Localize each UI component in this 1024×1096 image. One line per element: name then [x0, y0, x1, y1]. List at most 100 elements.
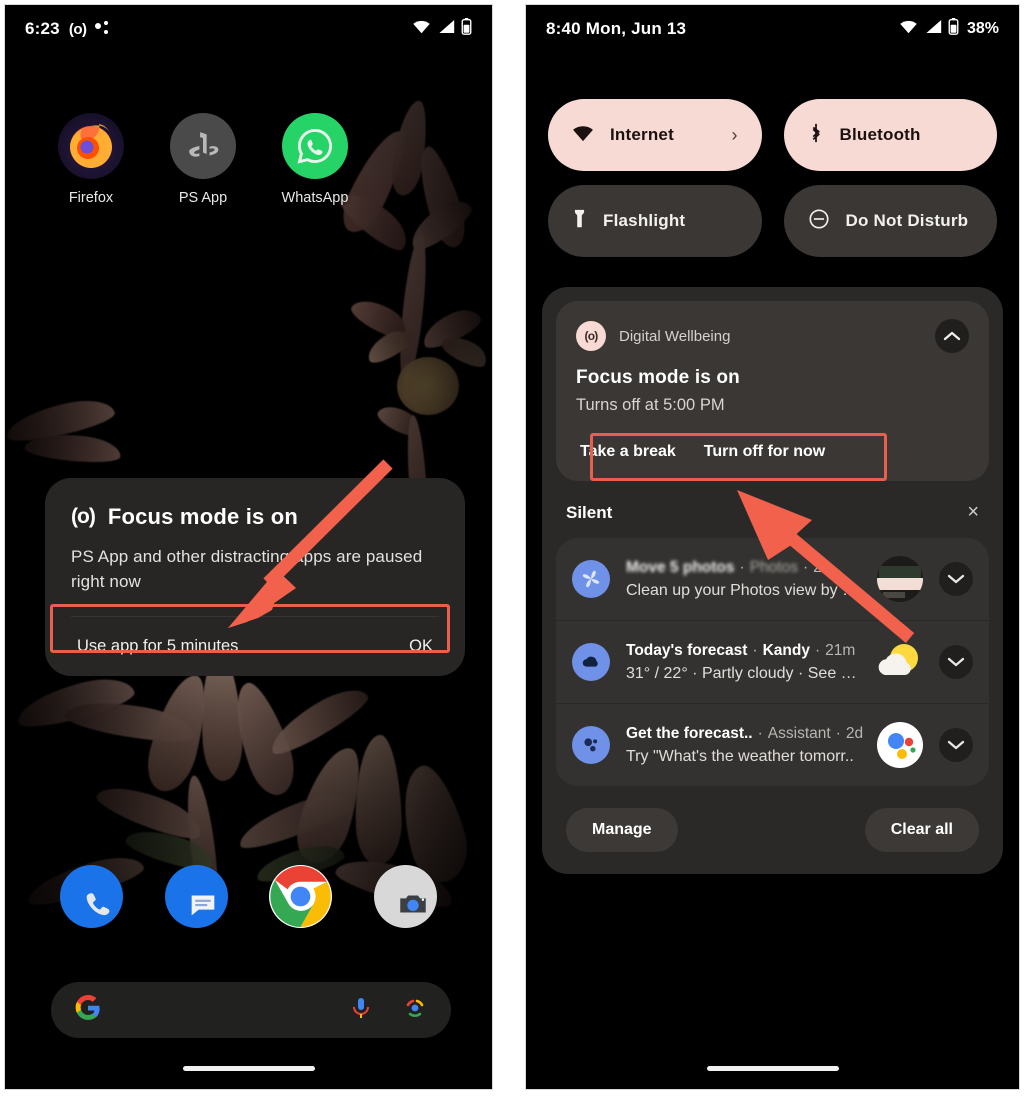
chevron-down-icon[interactable] — [939, 645, 973, 679]
quick-settings-row-2: Flashlight Do Not Disturb — [548, 185, 997, 257]
qs-tile-do-not-disturb[interactable]: Do Not Disturb — [784, 185, 998, 257]
manage-button[interactable]: Manage — [566, 808, 678, 852]
notification-source: Photos — [750, 559, 798, 577]
app-ps-app[interactable]: PS App — [147, 113, 259, 206]
chevron-up-icon[interactable] — [935, 319, 969, 353]
notification-line1: Move 5 photos · Photos · 2h — [626, 559, 861, 577]
left-status-bar: 6:23 (o) — [5, 5, 492, 53]
notification-time: 2h — [813, 559, 830, 577]
battery-icon — [948, 18, 959, 40]
messages-icon[interactable] — [165, 865, 228, 928]
silent-label: Silent — [566, 503, 612, 523]
qs-tile-bluetooth[interactable]: Bluetooth — [784, 99, 998, 171]
navigation-pill[interactable] — [707, 1066, 839, 1071]
notification-title: Focus mode is on — [576, 367, 969, 389]
qs-label: Flashlight — [603, 211, 685, 231]
notification-time: 2d — [846, 725, 863, 743]
use-app-for-5-minutes-row: Use app for 5 minutes OK — [71, 616, 439, 676]
flashlight-icon — [572, 208, 587, 235]
wifi-icon — [899, 19, 918, 39]
notification-subtitle: Turns off at 5:00 PM — [576, 396, 969, 415]
home-screen-dock — [5, 865, 492, 928]
navigation-pill[interactable] — [183, 1066, 315, 1071]
app-label: Firefox — [69, 190, 113, 206]
chevron-down-icon[interactable] — [939, 728, 973, 762]
digital-wellbeing-notification[interactable]: (o) Digital Wellbeing Focus mode is on T… — [556, 301, 989, 481]
sun-cloud-icon — [877, 639, 923, 685]
qs-label: Do Not Disturb — [846, 211, 969, 231]
focus-dialog-title-row: (o) Focus mode is on — [71, 504, 439, 530]
notification-body: Try "What's the weather tomorr.. — [626, 748, 861, 766]
screenshot-stage: 6:23 (o) — [0, 0, 1024, 1096]
firefox-icon — [58, 113, 124, 179]
chevron-down-icon[interactable] — [939, 562, 973, 596]
chevron-right-icon[interactable]: › — [732, 125, 738, 146]
battery-percent: 38% — [967, 20, 999, 38]
assistant-logo — [877, 722, 923, 768]
digital-wellbeing-icon: (o) — [576, 321, 606, 351]
app-label: PS App — [179, 190, 227, 206]
silent-notification-list: Move 5 photos · Photos · 2h Clean up you… — [556, 538, 989, 786]
microphone-icon[interactable] — [349, 996, 373, 1025]
notification-text: Today's forecast · Kandy · 21m 31° / 22°… — [626, 642, 861, 683]
notification-weather[interactable]: Today's forecast · Kandy · 21m 31° / 22°… — [556, 621, 989, 704]
camera-icon[interactable] — [374, 865, 437, 928]
chrome-icon[interactable] — [269, 865, 332, 928]
app-whatsapp[interactable]: WhatsApp — [259, 113, 371, 206]
left-phone-screenshot: 6:23 (o) — [4, 4, 493, 1090]
ok-button[interactable]: OK — [409, 637, 433, 656]
quick-settings-row-1: Internet › Bluetooth — [548, 99, 997, 171]
clear-all-button[interactable]: Clear all — [865, 808, 979, 852]
dnd-icon — [808, 208, 830, 235]
right-status-bar: 8:40 Mon, Jun 13 38% — [526, 5, 1019, 53]
notification-body: Clean up your Photos view by ar.. — [626, 582, 861, 600]
silent-section-header: Silent × — [556, 481, 989, 538]
notification-shade: (o) Digital Wellbeing Focus mode is on T… — [542, 287, 1003, 874]
focus-mode-dialog: (o) Focus mode is on PS App and other di… — [45, 478, 465, 676]
notification-line1: Get the forecast.. · Assistant · 2d — [626, 725, 861, 743]
bluetooth-icon — [808, 122, 824, 149]
notification-photos[interactable]: Move 5 photos · Photos · 2h Clean up you… — [556, 538, 989, 621]
close-icon[interactable]: × — [967, 501, 979, 524]
take-a-break-button[interactable]: Take a break — [580, 443, 676, 461]
shade-footer: Manage Clear all — [556, 786, 989, 858]
notification-source: Assistant — [768, 725, 831, 743]
qs-tile-flashlight[interactable]: Flashlight — [548, 185, 762, 257]
notification-line1: Today's forecast · Kandy · 21m — [626, 642, 861, 660]
google-lens-icon[interactable] — [403, 996, 427, 1025]
whatsapp-icon — [282, 113, 348, 179]
signal-icon — [437, 19, 455, 39]
wellbeing-actions-row: Take a break Turn off for now — [576, 431, 969, 465]
notification-title: Today's forecast — [626, 642, 747, 660]
notification-assistant[interactable]: Get the forecast.. · Assistant · 2d Try … — [556, 704, 989, 786]
status-bar-time-date: 8:40 Mon, Jun 13 — [546, 19, 686, 39]
notification-body: 31° / 22° · Partly cloudy · See the.. — [626, 665, 861, 683]
focus-mode-icon: (o) — [71, 505, 95, 529]
photos-icon — [572, 560, 610, 598]
signal-icon — [924, 19, 942, 39]
focus-dialog-body: PS App and other distracting apps are pa… — [71, 545, 439, 594]
notification-app-name: Digital Wellbeing — [619, 328, 922, 345]
notification-title: Get the forecast.. — [626, 725, 753, 743]
google-search-bar[interactable] — [51, 982, 451, 1038]
use-app-for-5-minutes-button[interactable]: Use app for 5 minutes — [77, 637, 238, 656]
notification-title: Move 5 photos — [626, 559, 735, 577]
dots-icon — [95, 21, 111, 37]
wifi-icon — [412, 19, 431, 39]
battery-icon — [461, 18, 472, 40]
focus-dialog-title: Focus mode is on — [108, 504, 298, 530]
notification-text: Move 5 photos · Photos · 2h Clean up you… — [626, 559, 861, 600]
assistant-icon — [572, 726, 610, 764]
notification-time: 21m — [825, 642, 855, 660]
app-firefox[interactable]: Firefox — [35, 113, 147, 206]
playstation-icon — [170, 113, 236, 179]
phone-icon[interactable] — [60, 865, 123, 928]
turn-off-for-now-button[interactable]: Turn off for now — [704, 443, 825, 461]
right-phone-screenshot: 8:40 Mon, Jun 13 38% — [525, 4, 1020, 1090]
notification-header: (o) Digital Wellbeing — [576, 319, 969, 353]
home-screen-app-grid: Firefox PS App — [5, 113, 492, 206]
qs-tile-internet[interactable]: Internet › — [548, 99, 762, 171]
qs-label: Internet — [610, 125, 674, 145]
photo-thumbnail — [877, 556, 923, 602]
notification-text: Get the forecast.. · Assistant · 2d Try … — [626, 725, 861, 766]
